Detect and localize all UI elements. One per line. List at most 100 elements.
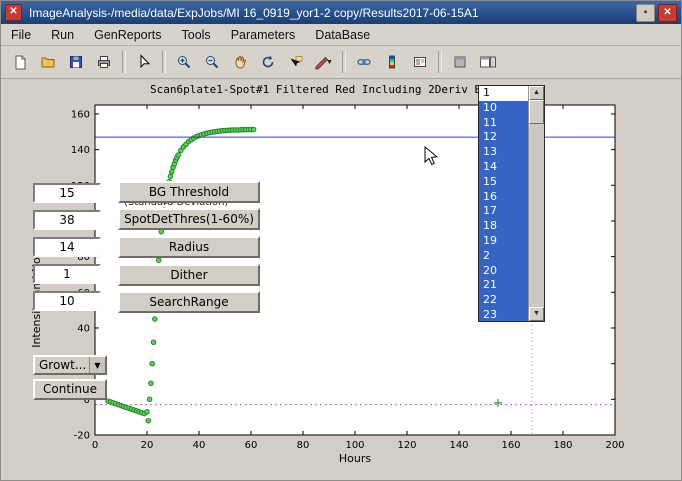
searchrange-button[interactable]: SearchRange [118,291,260,313]
menu-database[interactable]: DataBase [305,25,380,45]
bg-threshold-button[interactable]: BG Threshold [118,181,260,203]
close-button[interactable]: ✕ [658,4,677,22]
growth-dropdown[interactable]: Growt... ▼ [33,355,107,375]
zoom-out-icon [204,54,220,70]
link-icon [356,54,372,70]
list-item[interactable]: 14 [479,160,528,175]
print-button[interactable] [90,49,117,76]
svg-text:160: 160 [71,109,90,120]
dither-input[interactable]: 1 [33,264,101,284]
title-bar: ✕ ImageAnalysis-/media/data/ExpJobs/MI 1… [1,1,681,24]
chevron-down-icon[interactable]: ▼ [89,357,105,373]
radius-input[interactable]: 14 [33,237,101,257]
svg-text:140: 140 [449,440,468,451]
hide-plot-tools-button[interactable] [446,49,473,76]
zoom-in-button[interactable] [170,49,197,76]
list-item[interactable]: 18 [479,219,528,234]
toolbar-separator [342,51,346,73]
svg-text:120: 120 [397,440,416,451]
list-item[interactable]: 15 [479,175,528,190]
floppy-icon [68,54,84,70]
link-plot-button[interactable] [350,49,377,76]
rotate-icon [260,54,276,70]
image-analysis-window: ✕ ImageAnalysis-/media/data/ExpJobs/MI 1… [0,0,682,481]
list-item[interactable]: 2 [479,249,528,264]
searchrange-input[interactable]: 10 [33,291,101,311]
menu-bar: File Run GenReports Tools Parameters Dat… [1,24,681,46]
data-cursor-button[interactable] [282,49,309,76]
scroll-up-icon[interactable]: ▲ [529,86,544,100]
radius-button[interactable]: Radius [118,236,260,258]
save-button[interactable] [62,49,89,76]
open-file-button[interactable] [34,49,61,76]
svg-text:40: 40 [193,440,206,451]
toolbar-separator [122,51,126,73]
zoom-out-button[interactable] [198,49,225,76]
list-item[interactable]: 17 [479,204,528,219]
svg-text:200: 200 [605,440,624,451]
dither-button[interactable]: Dither [118,264,260,286]
zoom-in-icon [176,54,192,70]
svg-text:20: 20 [141,440,154,451]
new-file-button[interactable] [6,49,33,76]
minimize-button[interactable]: ▪ [636,4,655,22]
menu-tools[interactable]: Tools [172,25,221,45]
figure-toolbar: ▼ [1,46,681,79]
scrollbar-track[interactable] [529,100,544,307]
bg-threshold-input[interactable]: 15 [33,183,101,203]
pan-button[interactable] [226,49,253,76]
scroll-down-icon[interactable]: ▼ [529,307,544,321]
svg-text:180: 180 [553,440,572,451]
growth-dropdown-value: Growt... [35,358,89,372]
toolbar-separator [438,51,442,73]
growth-curve-chart: 020406080100120140160180200-200204060801… [0,78,682,481]
list-item[interactable]: 22 [479,293,528,308]
rotate-3d-button[interactable] [254,49,281,76]
edit-plot-button[interactable] [130,49,157,76]
new-file-icon [12,54,28,70]
list-item[interactable]: 12 [479,130,528,145]
svg-text:60: 60 [245,440,258,451]
app-close-icon[interactable]: ✕ [5,4,22,21]
legend-icon [412,54,428,70]
insert-colorbar-button[interactable] [378,49,405,76]
list-item[interactable]: 16 [479,190,528,205]
list-item[interactable]: 11 [479,116,528,131]
list-item[interactable]: 13 [479,145,528,160]
window-title: ImageAnalysis-/media/data/ExpJobs/MI 16_… [29,6,633,20]
pointer-arrow-icon [136,54,152,70]
listbox-scrollbar[interactable]: ▲ ▼ [528,86,544,321]
colorbar-icon [384,54,400,70]
spotdetthres-input[interactable]: 38 [33,210,101,230]
insert-legend-button[interactable] [406,49,433,76]
svg-text:40: 40 [77,323,90,334]
menu-genreports[interactable]: GenReports [84,25,171,45]
menu-parameters[interactable]: Parameters [221,25,306,45]
svg-text:0: 0 [92,440,98,451]
list-item[interactable]: 10 [479,101,528,116]
toolbar-separator [162,51,166,73]
list-item[interactable]: 1 [479,86,528,101]
list-item[interactable]: 20 [479,264,528,279]
spotdetthres-button[interactable]: SpotDetThres(1-60%) [118,208,260,230]
show-plot-tools-button[interactable] [474,49,501,76]
svg-text:Scan6plate1-Spot#1 Filtered Re: Scan6plate1-Spot#1 Filtered Red Includin… [150,83,488,96]
list-item[interactable]: 21 [479,278,528,293]
list-item[interactable]: 23 [479,308,528,321]
svg-text:100: 100 [345,440,364,451]
svg-text:Hours: Hours [339,452,371,465]
hand-icon [232,54,248,70]
list-item[interactable]: 19 [479,234,528,249]
folder-icon [40,54,56,70]
brush-button[interactable]: ▼ [310,49,337,76]
hide-plot-tools-icon [452,54,468,70]
brush-dropdown-caret-icon: ▼ [326,59,333,66]
svg-text:160: 160 [501,440,520,451]
scrollbar-thumb[interactable] [529,100,544,124]
svg-text:-20: -20 [74,431,90,442]
menu-run[interactable]: Run [41,25,84,45]
listbox-items: 1 10 11 12 13 14 15 16 17 18 19 2 20 21 … [479,86,528,321]
continue-button[interactable]: Continue [33,379,107,400]
svg-text:140: 140 [71,145,90,156]
menu-file[interactable]: File [1,25,41,45]
